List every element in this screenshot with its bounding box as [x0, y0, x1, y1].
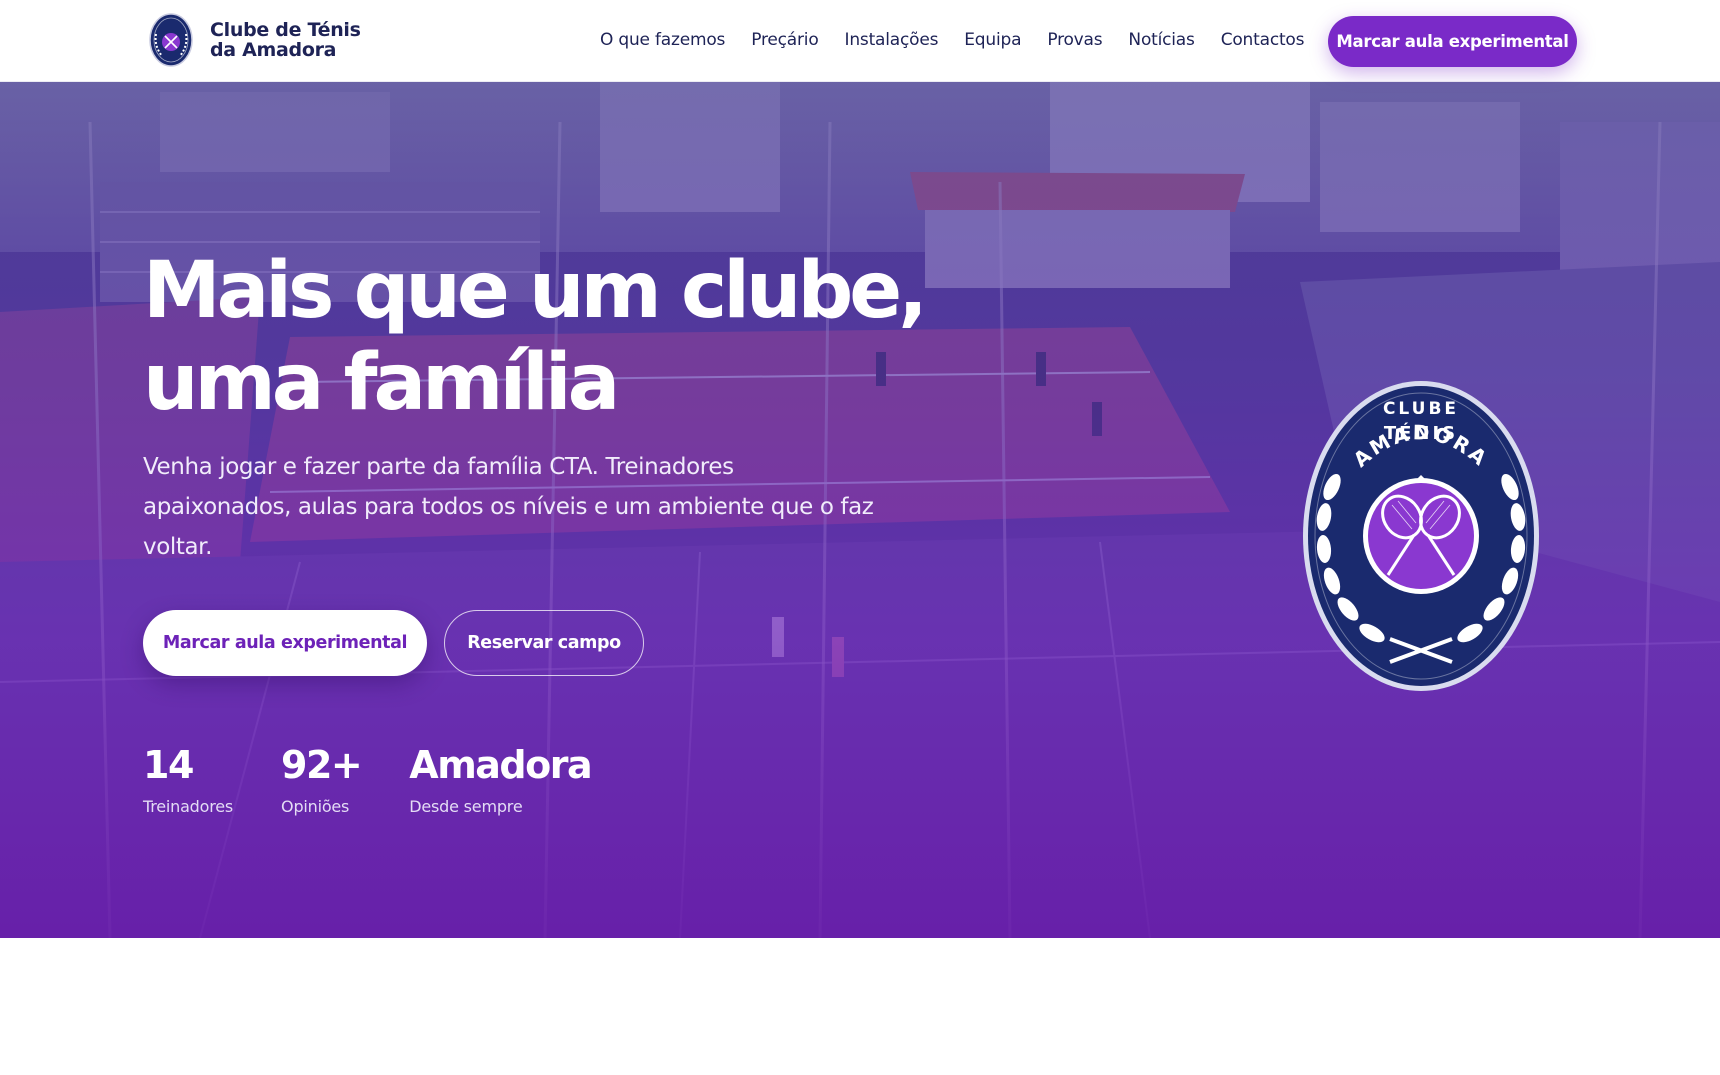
nav-item-instalacoes[interactable]: Instalações	[845, 26, 939, 54]
hero-stats: 14 Treinadores 92+ Opiniões Amadora Desd…	[143, 742, 639, 818]
stat-coaches: 14 Treinadores	[143, 742, 233, 818]
hero-subtitle: Venha jogar e fazer parte da família CTA…	[143, 454, 874, 560]
nav-item-o-que-fazemos[interactable]: O que fazemos	[600, 26, 725, 54]
stat-value: Amadora	[409, 743, 592, 787]
nav-item-noticias[interactable]: Notícias	[1128, 26, 1194, 54]
nav-item-provas[interactable]: Provas	[1047, 26, 1102, 54]
brand-name: Clube de Ténis da Amadora	[210, 20, 361, 60]
stat-label: Treinadores	[143, 797, 234, 816]
emblem-text-line1: CLUBE	[1383, 399, 1459, 419]
site-header: Clube de Ténis da Amadora O que fazemos …	[0, 0, 1720, 82]
club-crest-icon	[149, 13, 193, 67]
nav-item-contactos[interactable]: Contactos	[1221, 26, 1305, 54]
header-trial-class-button[interactable]: Marcar aula experimental	[1328, 16, 1577, 67]
nav-item-equipa[interactable]: Equipa	[964, 26, 1021, 54]
hero-section: Mais que um clube, uma família Venha jog…	[0, 82, 1720, 938]
brand-name-line1: Clube de Ténis	[210, 19, 361, 41]
stat-label: Opiniões	[281, 797, 350, 816]
page-content-start	[0, 938, 1720, 1075]
stat-value: 92+	[281, 743, 363, 787]
stat-value: 14	[143, 743, 194, 787]
brand-link[interactable]: Clube de Ténis da Amadora	[148, 12, 361, 68]
nav-item-precario[interactable]: Preçário	[751, 26, 819, 54]
main-nav: O que fazemos Preçário Instalações Equip…	[600, 26, 1330, 54]
tennis-rackets-crest-icon: CLUBE TÉNIS AMADORA	[1303, 381, 1539, 691]
trial-class-button[interactable]: Marcar aula experimental	[143, 610, 427, 676]
stat-location: Amadora Desde sempre	[409, 742, 592, 818]
hero-title: Mais que um clube, uma família	[143, 246, 928, 428]
stat-label: Desde sempre	[409, 797, 523, 816]
book-court-button[interactable]: Reservar campo	[444, 610, 644, 676]
stat-reviews: 92+ Opiniões	[281, 742, 363, 818]
brand-name-line2: da Amadora	[210, 39, 337, 61]
